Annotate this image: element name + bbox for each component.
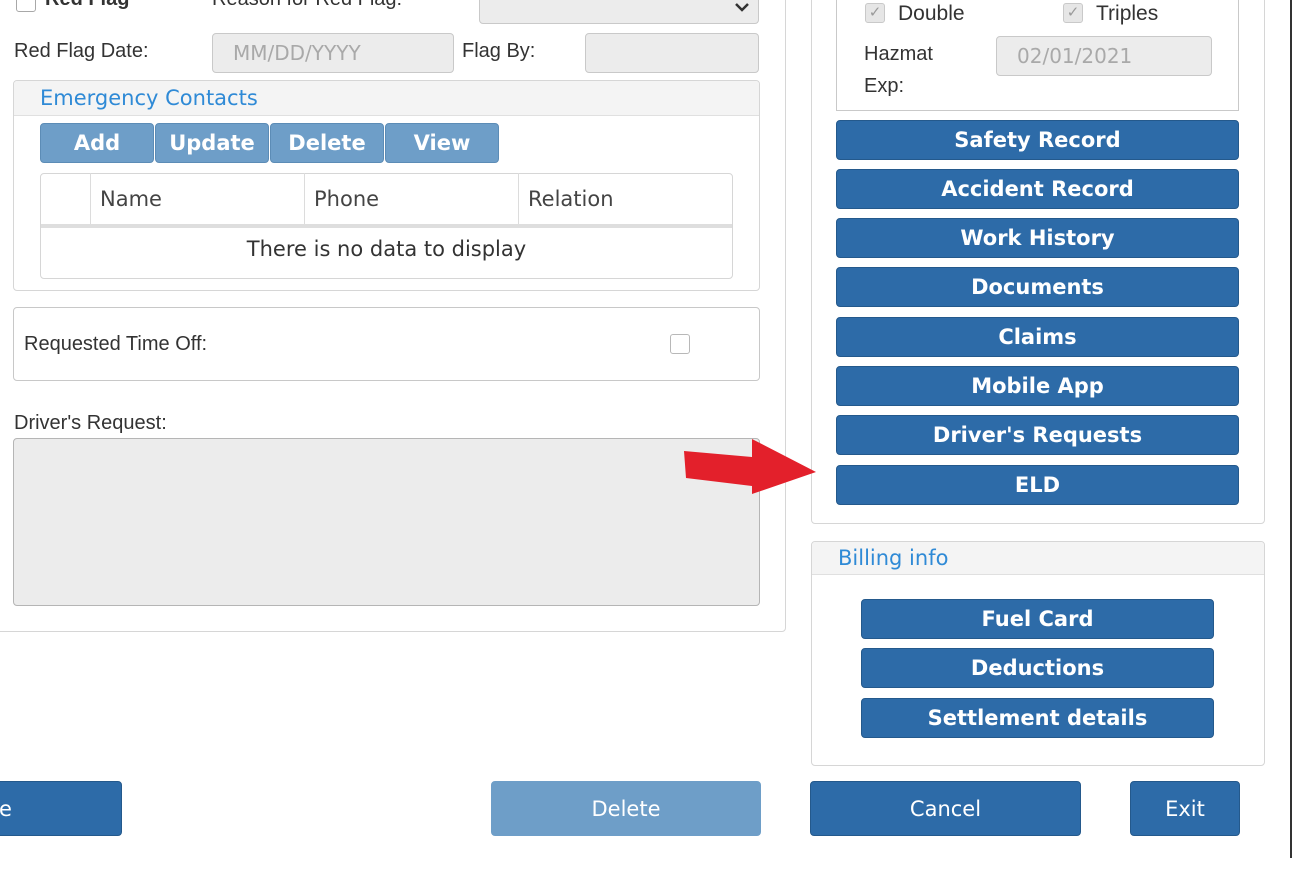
hazmat-label: Hazmat bbox=[864, 43, 933, 65]
drivers-request-label: Driver's Request: bbox=[14, 412, 167, 434]
exit-button[interactable]: Exit bbox=[1130, 781, 1240, 836]
drivers-requests-button[interactable]: Driver's Requests bbox=[836, 415, 1239, 455]
contacts-column-relation[interactable]: Relation bbox=[519, 173, 731, 225]
add-contact-button[interactable]: Add bbox=[40, 123, 154, 163]
contacts-table-header-divider bbox=[41, 224, 732, 228]
drivers-request-textarea[interactable] bbox=[13, 438, 760, 606]
hazmat-exp-value: 02/01/2021 bbox=[1017, 44, 1133, 68]
deductions-button[interactable]: Deductions bbox=[861, 648, 1214, 688]
contacts-column-name[interactable]: Name bbox=[91, 173, 305, 225]
time-off-label: Requested Time Off: bbox=[24, 333, 208, 355]
double-label: Double bbox=[898, 2, 965, 25]
safety-record-button[interactable]: Safety Record bbox=[836, 120, 1239, 160]
work-history-button[interactable]: Work History bbox=[836, 218, 1239, 258]
update-contact-button[interactable]: Update bbox=[155, 123, 269, 163]
claims-button[interactable]: Claims bbox=[836, 317, 1239, 357]
fuel-card-button[interactable]: Fuel Card bbox=[861, 599, 1214, 639]
save-button[interactable]: e bbox=[0, 781, 122, 836]
time-off-checkbox[interactable] bbox=[670, 334, 690, 354]
red-arrow-annotation bbox=[684, 439, 816, 494]
emergency-contacts-title: Emergency Contacts bbox=[40, 86, 258, 110]
triples-label: Triples bbox=[1096, 2, 1159, 25]
double-checkbox[interactable]: ✓ bbox=[865, 3, 885, 23]
contacts-empty-message: There is no data to display bbox=[246, 237, 527, 261]
documents-button[interactable]: Documents bbox=[836, 267, 1239, 307]
delete-contact-button[interactable]: Delete bbox=[270, 123, 384, 163]
contacts-table-select-column bbox=[41, 173, 91, 225]
contacts-column-phone[interactable]: Phone bbox=[305, 173, 519, 225]
eld-button[interactable]: ELD bbox=[836, 465, 1239, 505]
billing-info-title: Billing info bbox=[838, 546, 949, 570]
save-button-label: e bbox=[0, 796, 12, 821]
triples-checkbox[interactable]: ✓ bbox=[1063, 3, 1083, 23]
footer-delete-button[interactable]: Delete bbox=[491, 781, 761, 836]
cancel-button[interactable]: Cancel bbox=[810, 781, 1081, 836]
window-edge-divider bbox=[1290, 0, 1292, 858]
hazmat-exp-input[interactable]: 02/01/2021 bbox=[996, 36, 1212, 76]
hazmat-exp-label: Exp: bbox=[864, 75, 905, 97]
accident-record-button[interactable]: Accident Record bbox=[836, 169, 1239, 209]
settlement-details-button[interactable]: Settlement details bbox=[861, 698, 1214, 738]
mobile-app-button[interactable]: Mobile App bbox=[836, 366, 1239, 406]
view-contact-button[interactable]: View bbox=[385, 123, 499, 163]
